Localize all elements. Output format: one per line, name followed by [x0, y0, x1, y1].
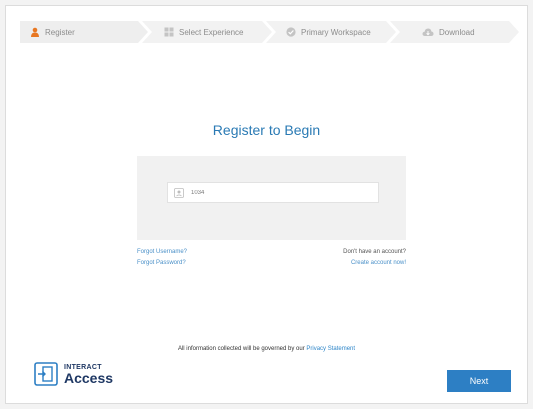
next-button[interactable]: Next [447, 370, 511, 392]
step-label: Download [439, 27, 475, 37]
step-label: Primary Workspace [301, 27, 371, 37]
login-door-icon [34, 362, 58, 386]
interact-access-logo: INTERACT Access [34, 362, 113, 386]
step-label: Select Experience [179, 27, 244, 37]
username-input[interactable] [191, 189, 361, 196]
cloud-download-icon [422, 28, 434, 36]
forgot-password-link[interactable]: Forgot Password? [137, 260, 186, 266]
logo-wordmark-bottom: Access [64, 369, 114, 386]
step-label: Register [45, 27, 75, 37]
grid-icon [164, 27, 174, 37]
step-download[interactable]: Download [390, 21, 519, 43]
progress-steps: Register Select Experience Primary Works… [20, 21, 519, 43]
no-account-text: Don't have an account? [343, 249, 406, 255]
check-circle-icon [286, 27, 296, 37]
username-field[interactable] [167, 182, 379, 203]
privacy-text: All information collected will be govern… [177, 346, 307, 352]
page-title: Register to Begin [212, 122, 321, 138]
privacy-notice: All information collected will be govern… [0, 346, 533, 352]
user-icon [31, 27, 39, 37]
forgot-username-link[interactable]: Forgot Username? [137, 249, 187, 255]
step-register[interactable]: Register [20, 21, 148, 43]
create-account-link[interactable]: Create account now! [351, 260, 406, 266]
step-select-experience[interactable]: Select Experience [142, 21, 272, 43]
login-panel [137, 156, 406, 240]
id-card-icon [174, 187, 184, 198]
privacy-statement-link[interactable]: Privacy Statement [306, 346, 355, 352]
step-primary-workspace[interactable]: Primary Workspace [266, 21, 396, 43]
